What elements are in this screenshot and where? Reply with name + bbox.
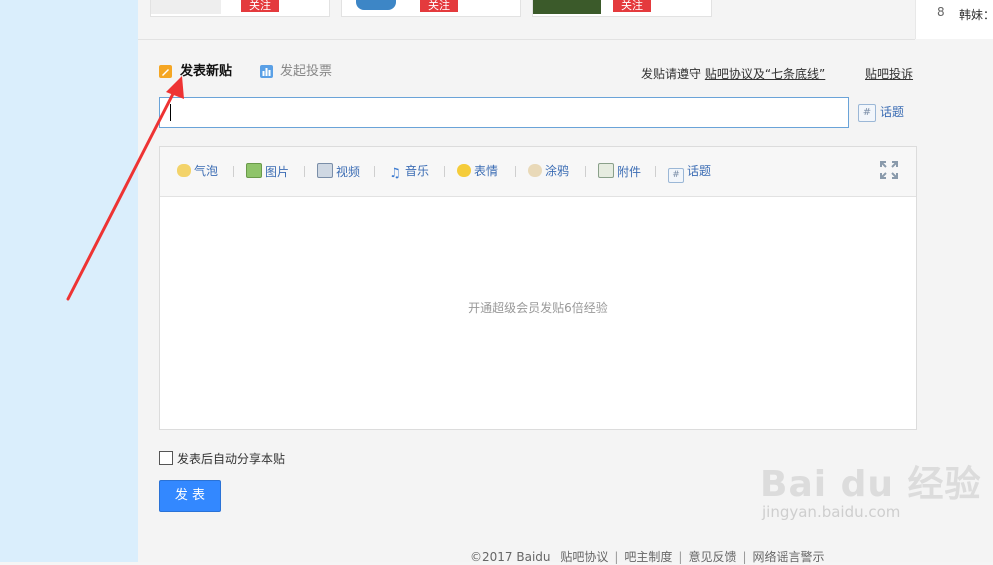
baidu-jingyan-watermark: Bai du 经验 jingyan.baidu.com — [760, 455, 982, 521]
fullscreen-icon[interactable] — [879, 160, 899, 180]
toolbar-separator — [374, 166, 375, 177]
follow-button[interactable]: 关注 — [420, 0, 458, 12]
hash-icon: # — [858, 103, 876, 122]
tool-attachment[interactable]: 附件 — [598, 163, 641, 179]
toolbar-separator — [444, 166, 445, 177]
pencil-icon — [159, 65, 172, 78]
tool-label: 音乐 — [405, 164, 430, 178]
post-editor[interactable]: 气泡 图片 视频 ♫ 音乐 表情 涂鸦 附件 # 话题 开通超级会员发贴6倍经验 — [159, 146, 917, 430]
attachment-icon — [598, 163, 614, 178]
recommend-strip: 关注 关注 关注 — [138, 0, 915, 40]
toolbar-separator — [585, 166, 586, 177]
recommend-card[interactable]: 关注 — [150, 0, 330, 17]
tab-new-post[interactable]: 发表新贴 — [159, 63, 232, 81]
footer: ©2017 Baidu 贴吧协议 | 吧主制度 | 意见反馈 | 网络谣言警示 — [470, 548, 825, 565]
posting-rules: 发贴请遵守 贴吧协议及“七条底线” — [641, 65, 825, 82]
image-icon — [246, 163, 262, 178]
left-background — [0, 0, 138, 562]
rank-user-name[interactable]: 韩妹： — [959, 6, 993, 23]
video-icon — [317, 163, 333, 178]
tool-image[interactable]: 图片 — [246, 163, 289, 179]
toolbar-separator — [655, 166, 656, 177]
rank-number: 8 — [937, 5, 945, 19]
hash-icon: # — [668, 168, 684, 183]
emoji-icon — [457, 164, 471, 177]
editor-toolbar: 气泡 图片 视频 ♫ 音乐 表情 涂鸦 附件 # 话题 — [160, 147, 916, 197]
editor-placeholder: 开通超级会员发贴6倍经验 — [468, 301, 608, 315]
tool-video[interactable]: 视频 — [317, 163, 360, 179]
rules-link[interactable]: 贴吧协议及“七条底线” — [705, 67, 825, 81]
music-icon: ♫ — [389, 166, 401, 181]
submit-button[interactable]: 发 表 — [159, 480, 221, 512]
tool-label: 图片 — [265, 165, 290, 179]
tool-music[interactable]: ♫ 音乐 — [388, 163, 430, 181]
tab-new-post-label: 发表新贴 — [180, 64, 233, 79]
topic-button-label: 话题 — [880, 105, 905, 119]
watermark-brand: Bai du 经验 — [760, 464, 982, 505]
recommend-card[interactable]: 关注 — [341, 0, 521, 17]
recommend-card[interactable]: 关注 — [532, 0, 712, 17]
tool-emoji[interactable]: 表情 — [457, 163, 498, 179]
tab-start-vote-label: 发起投票 — [280, 64, 333, 79]
follow-button[interactable]: 关注 — [241, 0, 279, 12]
share-label: 发表后自动分享本贴 — [177, 452, 286, 466]
tool-topic[interactable]: # 话题 — [668, 163, 712, 183]
tool-bubble[interactable]: 气泡 — [177, 163, 218, 179]
tool-label: 视频 — [336, 165, 361, 179]
tab-start-vote[interactable]: 发起投票 — [260, 63, 332, 81]
toolbar-separator — [233, 166, 234, 177]
complain-link[interactable]: 贴吧投诉 — [865, 65, 913, 82]
topic-button[interactable]: # 话题 — [858, 103, 905, 122]
bubble-icon — [177, 164, 191, 177]
tool-label: 表情 — [474, 164, 499, 178]
doodle-icon — [528, 164, 542, 177]
auto-share-option[interactable]: 发表后自动分享本贴 — [159, 451, 285, 467]
card-thumbnail — [533, 0, 601, 14]
follow-button[interactable]: 关注 — [613, 0, 651, 12]
toolbar-separator — [515, 166, 516, 177]
share-checkbox[interactable] — [159, 451, 173, 465]
title-input[interactable] — [159, 97, 849, 128]
tool-label: 气泡 — [194, 164, 219, 178]
card-thumbnail — [151, 0, 221, 14]
toolbar-separator — [304, 166, 305, 177]
bar-chart-icon — [260, 65, 273, 78]
tool-label: 话题 — [687, 164, 712, 178]
tool-label: 附件 — [617, 165, 642, 179]
card-thumbnail — [356, 0, 396, 10]
tool-label: 涂鸦 — [545, 164, 570, 178]
rules-prefix: 发贴请遵守 — [641, 67, 702, 81]
text-caret — [170, 104, 171, 121]
tool-doodle[interactable]: 涂鸦 — [528, 163, 569, 179]
